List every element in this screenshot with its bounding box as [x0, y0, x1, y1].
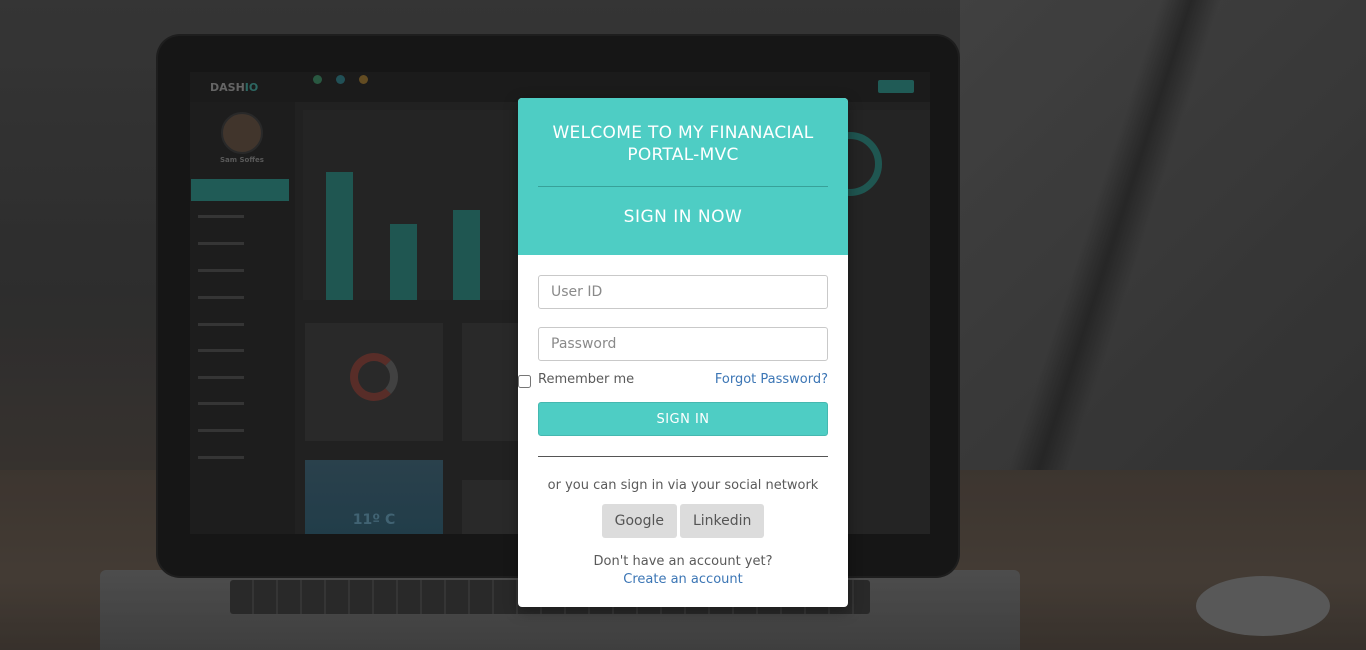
- register-section: Don't have an account yet? Create an acc…: [538, 553, 828, 589]
- remember-checkbox[interactable]: [518, 375, 531, 388]
- login-body: Remember me Forgot Password? SIGN IN or …: [518, 255, 848, 589]
- linkedin-button[interactable]: Linkedin: [679, 504, 765, 538]
- header-divider: [538, 186, 828, 187]
- login-header: WELCOME TO MY FINANACIAL PORTAL-MVC SIGN…: [518, 98, 848, 255]
- body-divider: [538, 456, 828, 457]
- social-buttons: Google Linkedin: [538, 504, 828, 538]
- welcome-title: WELCOME TO MY FINANACIAL PORTAL-MVC: [552, 123, 814, 165]
- user-id-input[interactable]: [538, 275, 828, 309]
- register-question: Don't have an account yet?: [593, 554, 773, 569]
- signin-button[interactable]: SIGN IN: [538, 402, 828, 436]
- social-text: or you can sign in via your social netwo…: [547, 478, 819, 493]
- forgot-password-link[interactable]: Forgot Password?: [715, 372, 828, 387]
- remember-row: Remember me Forgot Password?: [518, 372, 828, 392]
- google-button[interactable]: Google: [601, 504, 677, 538]
- signin-heading: SIGN IN NOW: [623, 207, 743, 227]
- create-account-link[interactable]: Create an account: [623, 571, 742, 589]
- password-input[interactable]: [538, 327, 828, 361]
- login-modal: WELCOME TO MY FINANACIAL PORTAL-MVC SIGN…: [518, 98, 848, 607]
- remember-label: Remember me: [538, 372, 635, 387]
